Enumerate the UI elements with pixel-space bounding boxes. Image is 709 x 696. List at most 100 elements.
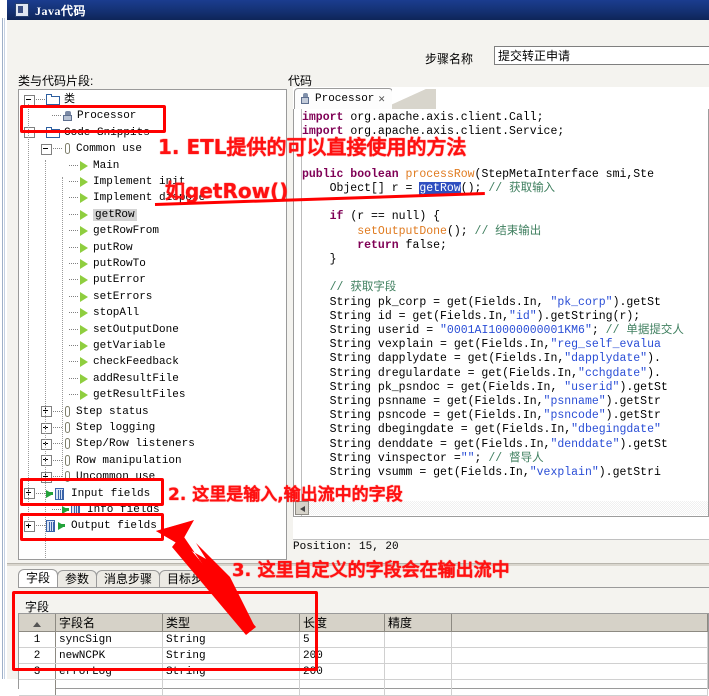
triangle-icon [79, 209, 89, 220]
step-name-input[interactable]: 提交转正申请 [494, 46, 709, 65]
tree-item-getvariable[interactable]: getVariable [58, 338, 166, 354]
tab-processor[interactable]: Processor ✕ [294, 88, 437, 110]
step-name-label: 步骤名称 [425, 52, 474, 66]
row-number: 3 [19, 663, 56, 680]
divider [293, 539, 709, 540]
tree-item-step-row-listeners[interactable]: Step/Row listeners [41, 436, 195, 452]
cell[interactable] [451, 631, 708, 648]
tree-item-puterror[interactable]: putError [58, 272, 146, 288]
table-row[interactable] [19, 679, 708, 696]
tree-item-code-snippits[interactable]: Code Snippits [24, 125, 150, 141]
tree-item-output-fields[interactable]: Output fields [24, 518, 157, 534]
triangle-icon [79, 324, 89, 335]
clip-icon [63, 438, 73, 450]
cell[interactable] [299, 679, 385, 696]
tree-item-stopall[interactable]: stopAll [58, 305, 139, 321]
tree-item-getresultfiles[interactable]: getResultFiles [58, 387, 185, 403]
close-icon[interactable]: ✕ [378, 92, 385, 106]
triangle-icon [79, 259, 89, 269]
tree-item-setoutputdone[interactable]: setOutputDone [58, 322, 179, 338]
tree-item-uncommon-use[interactable]: Uncommon use [41, 469, 155, 485]
annotation-2: 2. 这里是输入,输出流中的字段 [168, 485, 403, 505]
input-fields-icon [62, 504, 84, 516]
table-row[interactable]: 3 errorLog String 200 [19, 663, 708, 680]
column-header[interactable]: 字段名 [55, 614, 163, 632]
tree-item-info-fields[interactable]: Info fields [41, 502, 160, 518]
cell[interactable]: 5 [299, 631, 385, 648]
cell[interactable]: newNCPK [55, 647, 163, 664]
triangle-icon [79, 291, 89, 302]
cell[interactable] [162, 679, 300, 696]
clip-icon [63, 422, 73, 434]
cell[interactable] [384, 647, 452, 664]
bottom-tab[interactable]: 字段 [18, 569, 59, 588]
tree-item-common-use[interactable]: Common use [41, 141, 142, 157]
java-class-icon [300, 93, 311, 105]
cell[interactable] [451, 679, 708, 696]
collapse-toggle-icon[interactable] [41, 143, 52, 155]
desktop-background-strip [0, 0, 7, 679]
tree-item-label: stopAll [93, 307, 140, 320]
table-row[interactable]: 2 newNCPK String 200 [19, 647, 708, 664]
tree-item-checkfeedback[interactable]: checkFeedback [58, 354, 179, 370]
column-header[interactable] [451, 614, 708, 632]
tree-item-seterrors[interactable]: setErrors [58, 289, 152, 305]
collapse-toggle-icon[interactable] [24, 94, 35, 106]
source-code[interactable]: import org.apache.axis.client.Call; impo… [302, 111, 684, 480]
tree-item-label: putError [93, 274, 146, 287]
expand-toggle-icon[interactable] [24, 488, 35, 500]
fields-grid[interactable]: 字段名 类型 长度 精度 1 syncSign String 5 2 newNCPK String… [18, 613, 709, 696]
cell[interactable] [384, 679, 452, 696]
expand-toggle-icon[interactable] [41, 438, 52, 450]
cell[interactable]: syncSign [55, 631, 163, 648]
tree-item-processor[interactable]: Processor [41, 108, 136, 124]
tree-item-getrowfrom[interactable]: getRowFrom [58, 223, 159, 239]
cell[interactable] [384, 631, 452, 648]
tree-item-step-logging[interactable]: Step logging [41, 420, 155, 436]
triangle-icon [79, 177, 89, 187]
triangle-icon [79, 160, 89, 171]
tree-item-main[interactable]: Main [58, 158, 119, 174]
tree-item-[interactable]: 类 [24, 92, 75, 108]
tree-item-input-fields[interactable]: Input fields [24, 486, 150, 502]
tree-item-label: setErrors [93, 290, 153, 303]
cell[interactable] [55, 679, 163, 696]
expand-toggle-icon[interactable] [41, 471, 52, 483]
tree-item-step-status[interactable]: Step status [41, 404, 149, 420]
cell[interactable]: String [162, 647, 300, 664]
column-header[interactable]: 长度 [299, 614, 385, 632]
triangle-icon [79, 390, 89, 401]
bottom-tab[interactable]: 参数 [57, 570, 98, 588]
expand-toggle-icon[interactable] [41, 455, 52, 467]
output-fields-icon [46, 520, 68, 533]
expand-toggle-icon[interactable] [41, 422, 52, 434]
cell[interactable]: errorLog [55, 663, 163, 680]
cell[interactable] [451, 663, 708, 680]
tree-item-label: Row manipulation [76, 454, 182, 467]
tab-label: Processor [315, 93, 375, 105]
column-header[interactable]: 精度 [384, 614, 452, 632]
cell[interactable]: String [162, 663, 300, 680]
tree-item-putrow[interactable]: putRow [58, 240, 133, 256]
tree-item-label: Processor [77, 110, 137, 123]
tree-item-label: checkFeedback [93, 356, 179, 369]
cell[interactable]: 200 [299, 663, 385, 680]
sort-indicator-header[interactable] [19, 614, 56, 632]
cell[interactable]: 200 [299, 647, 385, 664]
expand-toggle-icon[interactable] [24, 520, 35, 532]
tree-item-addresultfile[interactable]: addResultFile [58, 371, 179, 387]
tree-item-label: putRowTo [93, 258, 146, 270]
cell[interactable] [451, 647, 708, 664]
cell[interactable] [384, 663, 452, 680]
tree-item-label: Input fields [71, 487, 151, 500]
triangle-icon [79, 226, 89, 237]
tree-item-putrowto[interactable]: putRowTo [58, 256, 146, 272]
code-text-area[interactable]: import org.apache.axis.client.Call; impo… [293, 109, 709, 517]
collapse-toggle-icon[interactable] [24, 127, 35, 139]
table-row[interactable]: 1 syncSign String 5 [19, 631, 708, 648]
expand-toggle-icon[interactable] [41, 406, 52, 418]
tree-item-getrow[interactable]: getRow [58, 207, 137, 223]
annotation-3: 3. 这里自定义的字段会在输出流中 [232, 560, 510, 581]
clip-icon [63, 405, 73, 418]
editor-gutter [294, 109, 302, 516]
